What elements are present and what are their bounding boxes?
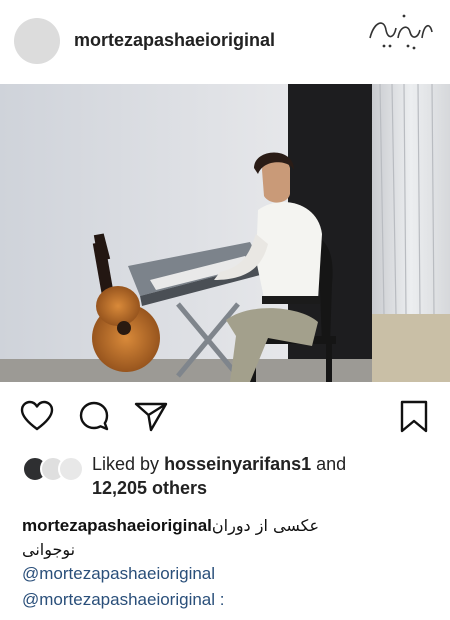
post-header: mortezapashaeioriginal	[0, 0, 450, 84]
likes-section: Liked by hosseinyarifans1 and 12,205 oth…	[0, 452, 450, 502]
watermark-logo	[369, 14, 433, 50]
liked-by-conj: and	[316, 454, 347, 474]
send-icon[interactable]	[134, 400, 168, 432]
bookmark-icon[interactable]	[398, 400, 430, 434]
liked-by-prefix: Liked by	[92, 454, 160, 474]
post-username[interactable]: mortezapashaeioriginal	[74, 30, 275, 51]
action-bar	[0, 392, 450, 440]
caption: mortezapashaeioriginalعکسی از دوران نوجو…	[22, 514, 432, 562]
liked-by-text: Liked by hosseinyarifans1 and	[92, 454, 346, 475]
avatar[interactable]	[14, 18, 60, 64]
likes-count[interactable]: 12,205 others	[92, 478, 207, 499]
caption-username[interactable]: mortezapashaeioriginal	[22, 516, 212, 535]
caption-text-line2: نوجوانی	[22, 540, 76, 559]
photo-image	[0, 84, 450, 382]
comment-icon[interactable]	[78, 400, 110, 432]
liker-avatar[interactable]	[58, 456, 84, 482]
caption-text-line1: عکسی از دوران	[211, 516, 319, 535]
heart-icon[interactable]	[20, 400, 54, 432]
liked-by-user[interactable]: hosseinyarifans1	[164, 454, 311, 474]
post-photo[interactable]	[0, 84, 450, 382]
caption-mention[interactable]: @mortezapashaeioriginal	[22, 564, 215, 584]
caption-mention[interactable]: @mortezapashaeioriginal :	[22, 590, 224, 610]
